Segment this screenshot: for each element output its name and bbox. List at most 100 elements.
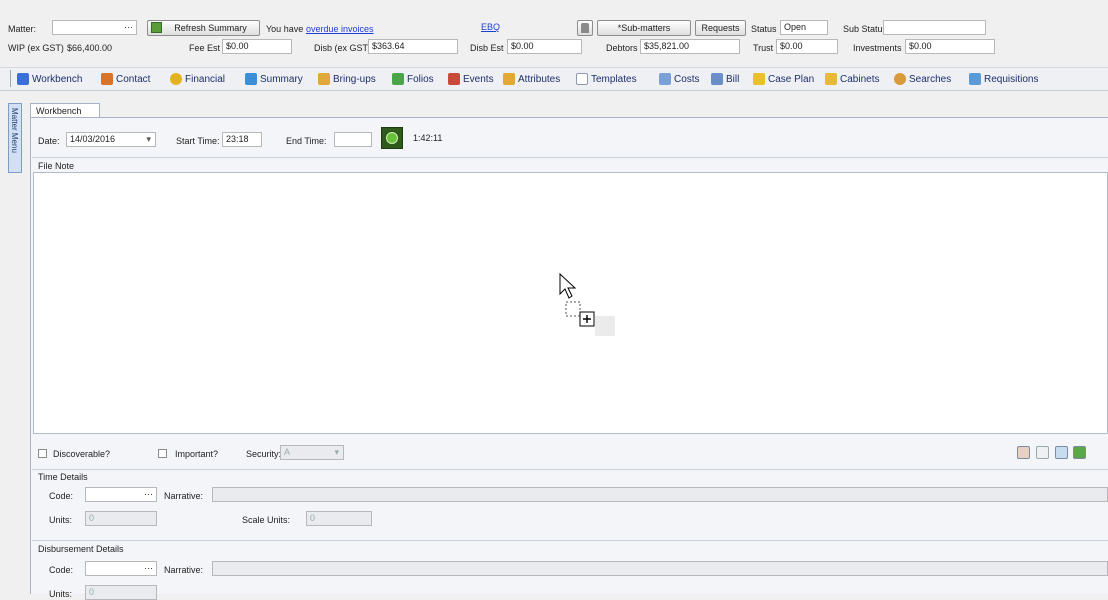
disb-label: Disb (ex GST) — [314, 43, 372, 53]
date-label: Date: — [38, 136, 60, 146]
time-units-input[interactable]: 0 — [85, 511, 157, 526]
monitor-icon — [245, 73, 257, 85]
nav-summary[interactable]: Summary — [245, 72, 303, 86]
substatus-label: Sub Status — [843, 24, 888, 34]
end-time-input[interactable] — [334, 132, 372, 147]
nav-label: Financial — [185, 73, 226, 85]
scale-units-input[interactable]: 0 — [306, 511, 372, 526]
start-time-input[interactable]: 23:18 — [222, 132, 262, 147]
wip-value: $66,400.00 — [67, 43, 113, 53]
spellcheck-icon[interactable] — [1017, 446, 1030, 459]
status-field[interactable]: Open — [780, 20, 828, 35]
start-time-label: Start Time: — [176, 136, 220, 146]
disb-est-label: Disb Est — [470, 43, 504, 53]
cabinet-icon — [825, 73, 837, 85]
nav-label: Requisitions — [984, 73, 1039, 85]
nav-label: Case Plan — [768, 73, 815, 85]
caseplan-icon — [753, 73, 765, 85]
nav-label: Summary — [260, 73, 303, 85]
nav-attributes[interactable]: Attributes — [503, 72, 560, 86]
nav-folios[interactable]: Folios — [392, 72, 434, 86]
time-code-label: Code: — [49, 491, 74, 501]
requisition-icon — [969, 73, 981, 85]
time-code-input[interactable]: ··· — [85, 487, 157, 502]
overdue-invoices-link[interactable]: overdue invoices — [306, 24, 374, 34]
people-events-icon — [448, 73, 460, 85]
nav-case-plan[interactable]: Case Plan — [753, 72, 814, 86]
substatus-field[interactable] — [883, 20, 986, 35]
submatters-button[interactable]: *Sub-matters — [597, 20, 691, 36]
nav-label: Events — [463, 73, 494, 85]
books-icon — [392, 73, 404, 85]
nav-templates[interactable]: Templates — [576, 72, 637, 86]
nav-financial[interactable]: Financial — [170, 72, 225, 86]
matter-lookup-button[interactable]: ··· — [124, 21, 133, 34]
date-picker[interactable]: 14/03/2016 ▾ — [66, 132, 156, 147]
nav-bring-ups[interactable]: Bring-ups — [318, 72, 376, 86]
lock-button[interactable] — [577, 20, 593, 36]
drag-copy-cursor-icon — [559, 272, 615, 336]
security-label: Security: — [246, 449, 282, 459]
divider — [32, 540, 1108, 541]
time-units-label: Units: — [49, 515, 73, 525]
time-narrative-input[interactable] — [212, 487, 1108, 502]
nav-label: Templates — [591, 73, 637, 85]
nav-contact[interactable]: Contact — [101, 72, 150, 86]
nav-label: Bring-ups — [333, 73, 376, 85]
nav-requisitions[interactable]: Requisitions — [969, 72, 1038, 86]
time-narrative-label: Narrative: — [164, 491, 204, 501]
nav-label: Contact — [116, 73, 151, 85]
trust-field: $0.00 — [776, 39, 838, 54]
nav-workbench[interactable]: Workbench — [17, 72, 82, 86]
scale-units-label: Scale Units: — [242, 515, 291, 525]
nav-label: Costs — [674, 73, 700, 85]
export-icon[interactable] — [1073, 446, 1086, 459]
nav-bill[interactable]: Bill — [711, 72, 739, 86]
disb-code-lookup-button[interactable]: ··· — [144, 562, 153, 575]
fee-est-field: $0.00 — [222, 39, 292, 54]
nav-events[interactable]: Events — [448, 72, 494, 86]
time-code-lookup-button[interactable]: ··· — [144, 488, 153, 501]
you-have-text: You have — [266, 24, 304, 34]
costs-icon — [659, 73, 671, 85]
nav-label: Workbench — [32, 73, 83, 85]
nav-costs[interactable]: Costs — [659, 72, 700, 86]
file-note-label: File Note — [38, 161, 75, 171]
time-details-title: Time Details — [38, 472, 88, 482]
discoverable-checkbox[interactable] — [38, 449, 47, 458]
nav-cabinets[interactable]: Cabinets — [825, 72, 879, 86]
disb-code-input[interactable]: ··· — [85, 561, 157, 576]
matter-menu-tab[interactable]: Matter Menu — [8, 103, 22, 173]
fee-est-label: Fee Est — [189, 43, 221, 53]
investments-field: $0.00 — [905, 39, 995, 54]
security-select[interactable]: A ▾ — [280, 445, 344, 460]
insert-icon[interactable] — [1055, 446, 1068, 459]
format-icon[interactable] — [1036, 446, 1049, 459]
matter-label: Matter: — [8, 24, 37, 34]
pencil-icon — [17, 73, 29, 85]
timer-button[interactable] — [381, 127, 403, 149]
ebq-link[interactable]: EBQ — [481, 22, 500, 32]
disbursement-details-title: Disbursement Details — [38, 544, 124, 554]
people-icon — [101, 73, 113, 85]
important-checkbox[interactable] — [158, 449, 167, 458]
tab-workbench[interactable]: Workbench — [30, 103, 100, 118]
chevron-down-icon[interactable]: ▾ — [146, 133, 151, 146]
toolbar-grip — [10, 70, 11, 87]
disb-units-input[interactable]: 0 — [85, 585, 157, 600]
matter-input[interactable]: ··· — [52, 20, 137, 35]
security-value: A — [284, 447, 291, 457]
divider — [32, 157, 1108, 158]
folder-attr-icon — [503, 73, 515, 85]
refresh-summary-button[interactable]: Refresh Summary — [147, 20, 260, 36]
date-value: 14/03/2016 — [70, 134, 116, 144]
requests-button[interactable]: Requests — [695, 20, 746, 36]
important-label: Important? — [175, 449, 219, 459]
nav-searches[interactable]: Searches — [894, 72, 951, 86]
disb-narrative-label: Narrative: — [164, 565, 204, 575]
coins-icon — [170, 73, 182, 85]
divider — [32, 469, 1108, 470]
disb-narrative-input[interactable] — [212, 561, 1108, 576]
refresh-summary-label: Refresh Summary — [174, 23, 247, 33]
nav-label: Bill — [726, 73, 740, 85]
